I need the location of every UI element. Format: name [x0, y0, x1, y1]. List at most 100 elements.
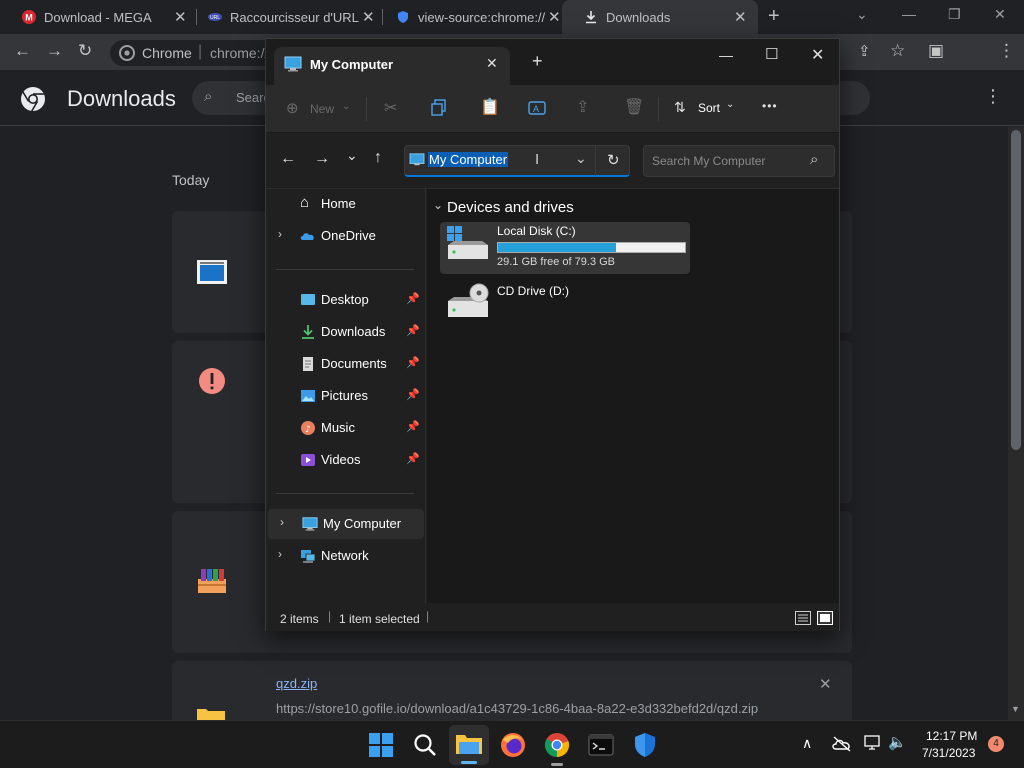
restore-icon[interactable]: ❐: [948, 6, 961, 23]
clock-date[interactable]: 7/31/2023: [922, 746, 975, 760]
close-tab-icon[interactable]: ✕: [734, 8, 747, 26]
delete-icon[interactable]: 🗑: [624, 97, 644, 117]
windows-start-icon[interactable]: [367, 731, 395, 759]
recent-locations-icon[interactable]: ⌄: [346, 147, 358, 164]
rename-icon[interactable]: A: [528, 99, 546, 117]
address-bar[interactable]: My Computer I ⌄ ↻: [404, 145, 630, 177]
volume-icon[interactable]: 🔈: [888, 733, 907, 751]
group-header[interactable]: Devices and drives: [447, 199, 574, 216]
see-more-button[interactable]: •••: [762, 99, 778, 113]
forward-icon[interactable]: →: [314, 150, 330, 168]
up-icon[interactable]: ↑: [374, 149, 382, 167]
drive-item-d[interactable]: CD Drive (D:): [440, 281, 690, 321]
chevron-down-icon[interactable]: ⌄: [433, 198, 443, 212]
chrome-taskbar-button[interactable]: [543, 731, 571, 766]
chevron-right-icon[interactable]: ›: [278, 227, 282, 241]
close-tab-icon[interactable]: ✕: [174, 8, 187, 26]
clock-time[interactable]: 12:17 PM: [926, 729, 977, 743]
tab-search-icon[interactable]: ⌄: [856, 6, 868, 23]
terminal-icon[interactable]: [587, 731, 615, 759]
copy-icon[interactable]: [430, 99, 448, 117]
explorer-search-input[interactable]: Search My Computer ⌕: [643, 145, 835, 177]
share-icon[interactable]: ⇪: [858, 42, 871, 60]
cmd-divider: [658, 97, 659, 121]
explorer-close-icon[interactable]: ✕: [811, 45, 824, 65]
drive-item-c[interactable]: Local Disk (C:) 29.1 GB free of 79.3 GB: [440, 222, 690, 274]
scroll-down-arrow-icon[interactable]: ▼: [1011, 704, 1020, 714]
tab-title: view-source:chrome://: [418, 10, 546, 25]
sidebar-item-pictures[interactable]: Pictures 📌: [266, 381, 422, 411]
back-icon[interactable]: ←: [14, 41, 31, 61]
explorer-new-tab-button[interactable]: +: [532, 51, 543, 72]
explorer-maximize-icon[interactable]: ☐: [765, 45, 778, 63]
download-filename-link[interactable]: qzd.zip: [276, 676, 317, 691]
minimize-icon[interactable]: —: [902, 6, 916, 22]
close-tab-icon[interactable]: ✕: [548, 8, 561, 26]
search-icon[interactable]: [411, 731, 439, 759]
close-window-icon[interactable]: ✕: [994, 6, 1006, 23]
windows-security-icon[interactable]: [631, 731, 659, 759]
download-url: https://store10.gofile.io/download/a1c43…: [276, 701, 759, 716]
desktop-icon: [301, 294, 315, 305]
new-button[interactable]: ⊕ New ⌄: [286, 99, 356, 119]
refresh-icon[interactable]: ↻: [607, 151, 620, 169]
chevron-right-icon[interactable]: ›: [278, 547, 282, 561]
download-card-qzd: qzd.zip https://store10.gofile.io/downlo…: [172, 661, 852, 721]
sidebar-item-network[interactable]: › Network: [266, 541, 422, 571]
show-hidden-icons-icon[interactable]: ∧: [802, 735, 812, 752]
remove-download-icon[interactable]: ✕: [819, 675, 832, 693]
monitor-icon: [284, 56, 302, 72]
bookmark-star-icon[interactable]: ☆: [890, 41, 905, 61]
tab-view-source[interactable]: view-source:chrome:// ✕: [374, 0, 570, 34]
sidebar-item-desktop[interactable]: Desktop 📌: [266, 285, 422, 315]
tab-mega[interactable]: M Download - MEGA ✕: [0, 0, 196, 34]
kebab-menu-icon[interactable]: ⋮: [998, 41, 1015, 61]
new-plus-icon: ⊕: [286, 100, 299, 117]
sidebar-item-downloads[interactable]: Downloads 📌: [266, 317, 422, 347]
explorer-tab[interactable]: My Computer ✕: [274, 47, 510, 85]
file-explorer-window: My Computer ✕ + — ☐ ✕ ⊕ New ⌄ ✂ 📋 A ⇪ 🗑 …: [265, 38, 840, 631]
notification-badge[interactable]: 4: [988, 736, 1004, 752]
close-tab-icon[interactable]: ✕: [362, 8, 375, 26]
sidebar-item-onedrive[interactable]: › OneDrive: [266, 221, 422, 251]
onedrive-offline-icon[interactable]: [832, 735, 852, 753]
chevron-right-icon[interactable]: ›: [280, 515, 284, 529]
cut-icon[interactable]: ✂: [384, 98, 397, 118]
address-value-selected[interactable]: My Computer: [428, 152, 509, 167]
sidebar-item-label: Videos: [321, 452, 361, 467]
omnibox[interactable]: Chrome | chrome://: [110, 40, 280, 66]
details-view-icon[interactable]: [795, 611, 811, 625]
file-explorer-taskbar-button[interactable]: [449, 725, 489, 765]
forward-icon[interactable]: →: [46, 41, 63, 61]
address-dropdown-icon[interactable]: ⌄: [575, 150, 587, 167]
sidebar-item-documents[interactable]: Documents 📌: [266, 349, 422, 379]
music-icon: ♪: [301, 421, 315, 435]
sidebar-item-music[interactable]: ♪ Music 📌: [266, 413, 422, 443]
sidebar-item-videos[interactable]: Videos 📌: [266, 445, 422, 475]
share-icon[interactable]: ⇪: [576, 97, 589, 117]
firefox-icon[interactable]: [499, 731, 527, 759]
search-icon: ⌕: [810, 151, 819, 168]
sidebar-item-my-computer[interactable]: › My Computer: [268, 509, 424, 539]
new-tab-button[interactable]: +: [768, 5, 780, 28]
folder-icon: [456, 735, 482, 754]
sort-button[interactable]: ⇅ Sort ⌄: [674, 97, 744, 119]
back-icon[interactable]: ←: [280, 150, 296, 168]
side-panel-icon[interactable]: ▣: [928, 41, 944, 61]
tiles-view-icon[interactable]: [817, 611, 833, 625]
omnibox-divider: |: [198, 43, 203, 60]
chevron-down-icon: ⌄: [726, 99, 735, 110]
explorer-minimize-icon[interactable]: —: [719, 47, 733, 63]
omnibox-url: chrome://: [210, 45, 269, 61]
downloads-search-input[interactable]: ⌕ Search: [192, 81, 277, 115]
reload-icon[interactable]: ↻: [78, 41, 92, 61]
downloads-menu-icon[interactable]: ⋮: [984, 86, 1002, 107]
scrollbar-thumb[interactable]: [1011, 130, 1021, 450]
paste-icon[interactable]: 📋: [480, 97, 500, 117]
close-tab-icon[interactable]: ✕: [486, 55, 498, 72]
tab-downloads[interactable]: Downloads ✕: [562, 0, 758, 34]
network-status-icon[interactable]: [864, 735, 882, 751]
navigation-pane: ⌂ Home › OneDrive Desktop 📌 Downloads 📌 …: [266, 189, 426, 603]
tab-url-shortener[interactable]: URL Raccourcisseur d'URL ✕: [186, 0, 382, 34]
sidebar-item-home[interactable]: ⌂ Home: [266, 189, 422, 219]
